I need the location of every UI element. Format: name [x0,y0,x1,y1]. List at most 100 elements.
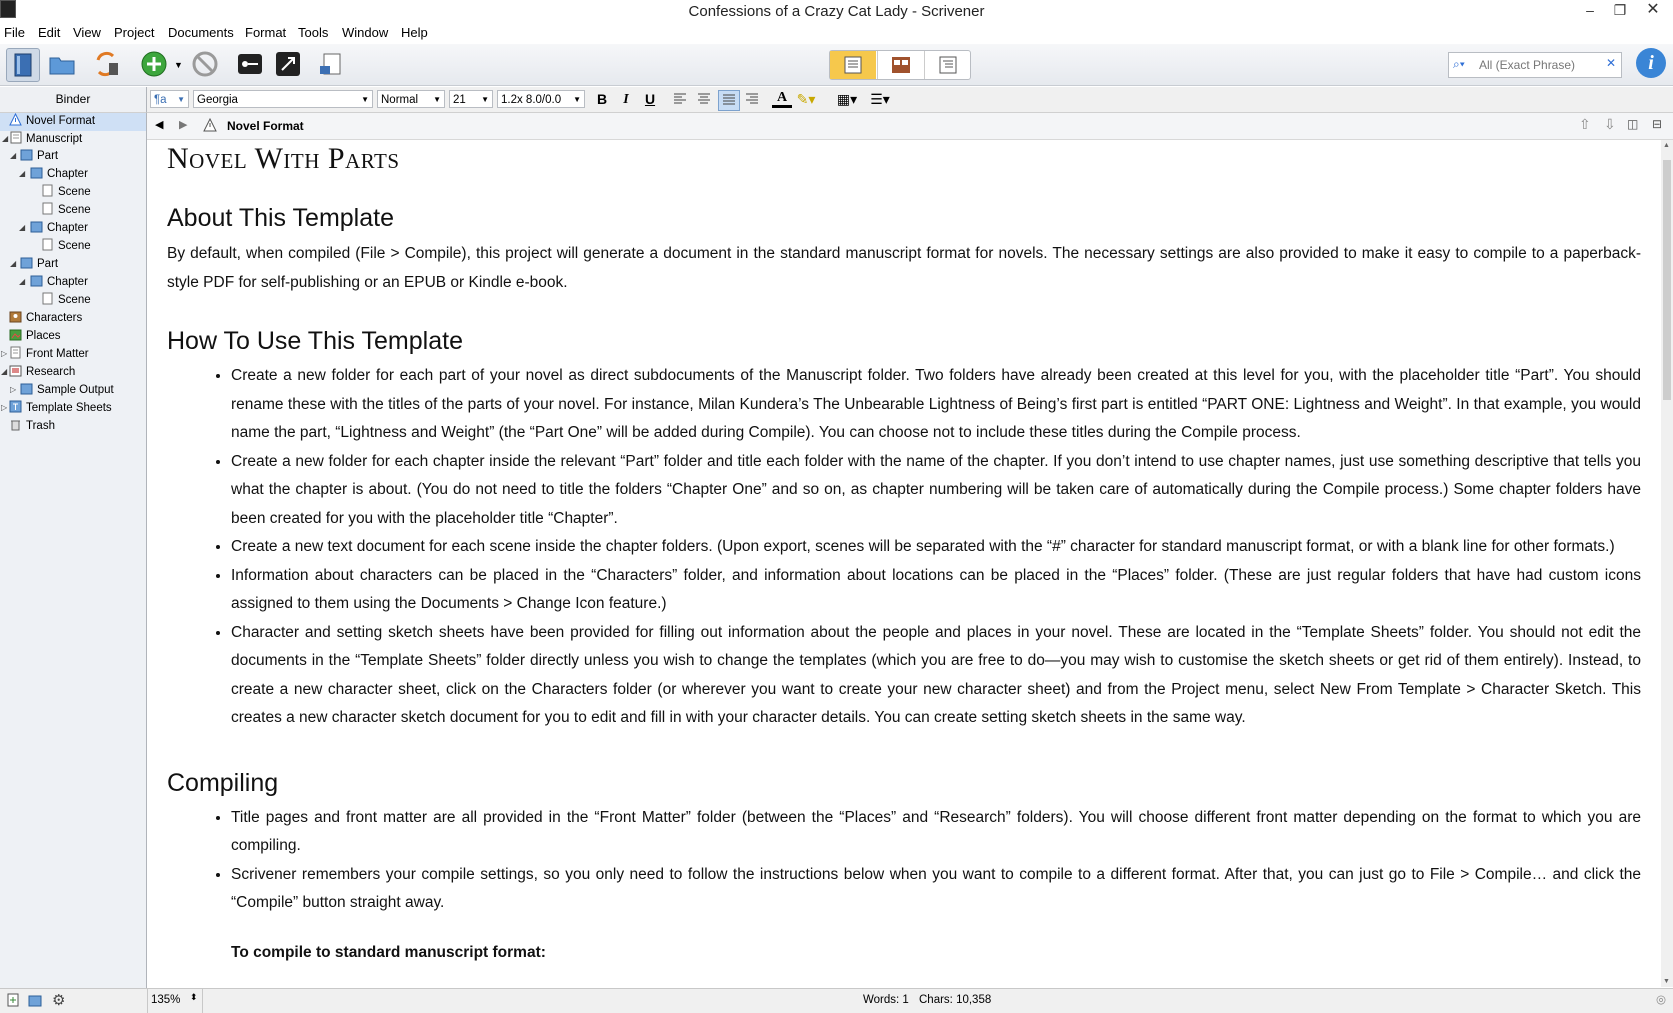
outliner-view-button[interactable] [924,51,971,79]
sync-button[interactable] [90,48,122,80]
collapse-arrow-icon[interactable]: ▷ [10,385,16,394]
menu-file[interactable]: File [4,25,25,40]
binder-item-chapter[interactable]: Chapter [30,274,88,291]
expand-arrow-icon[interactable]: ◢ [10,259,16,268]
menu-format[interactable]: Format [245,25,286,40]
binder-item-part[interactable]: Part [20,148,58,165]
highlighter-icon: ✎▾ [796,91,816,107]
scrivenings-view-button[interactable] [830,51,876,79]
split-vertical-icon[interactable]: ◫ [1627,117,1638,131]
style-selector[interactable]: ¶a ▼ [150,90,189,108]
split-horizontal-icon[interactable]: ⊟ [1652,117,1662,131]
table-button[interactable]: ▦▾ [832,90,862,109]
binder-item-scene[interactable]: Scene [41,202,91,219]
list-item: Character and setting sketch sheets have… [231,619,1641,733]
expand-arrow-icon[interactable]: ◢ [2,134,8,143]
close-button[interactable]: ✕ [1638,0,1668,22]
binder-item-research[interactable]: Research [9,364,75,381]
font-size-selector[interactable]: 21 ▼ [449,90,493,108]
expand-arrow-icon[interactable]: ◢ [19,277,25,286]
outline-icon [939,56,957,74]
inspector-folder-button[interactable] [46,48,78,80]
new-folder-icon[interactable] [28,993,42,1010]
collapse-arrow-icon[interactable]: ▷ [1,349,7,358]
collapse-arrow-icon[interactable]: ▷ [1,403,7,412]
binder-toggle-button[interactable] [6,48,40,82]
typeface-selector[interactable]: Normal ▼ [377,90,445,108]
align-center-button[interactable] [694,90,714,109]
compose-button[interactable] [234,48,266,80]
binder-item-trash[interactable]: Trash [9,418,55,435]
line-spacing-selector[interactable]: 1.2x 8.0/0.0 ▼ [497,90,585,108]
up-arrow-icon[interactable]: ⇧ [1579,116,1591,133]
binder-item-scene[interactable]: Scene [41,184,91,201]
binder-item-manuscript[interactable]: Manuscript [9,131,82,148]
trash-button[interactable] [189,48,221,80]
expand-arrow-icon[interactable]: ◢ [1,367,7,376]
editor-scrollbar[interactable]: ▲ ▼ [1661,140,1673,987]
text-color-button[interactable]: A [772,90,792,108]
down-arrow-icon[interactable]: ⇩ [1604,116,1616,133]
highlight-button[interactable]: ✎▾ [796,90,816,109]
menu-edit[interactable]: Edit [38,25,60,40]
folder-icon [30,220,43,233]
menu-view[interactable]: View [73,25,101,40]
expand-arrow-icon[interactable]: ◢ [19,223,25,232]
binder-item-characters[interactable]: Characters [9,310,82,327]
underline-button[interactable]: U [640,90,660,109]
main-toolbar: ▼ ⌕▾ All (Exact Phrase) ✕ i [0,44,1673,86]
back-arrow-icon[interactable]: ◀ [155,118,163,131]
bold-button[interactable]: B [592,90,612,109]
fullscreen-button[interactable] [272,48,304,80]
menu-documents[interactable]: Documents [168,25,234,40]
add-dropdown-arrow[interactable]: ▼ [174,60,183,70]
zoom-stepper-icon[interactable]: ⬍ [190,992,198,1003]
scroll-down-icon[interactable]: ▼ [1663,978,1670,985]
expand-arrow-icon[interactable]: ◢ [19,169,25,178]
menu-tools[interactable]: Tools [298,25,328,40]
menu-help[interactable]: Help [401,25,428,40]
binder-item-sample-output[interactable]: Sample Output [20,382,114,399]
folder-icon [30,274,43,287]
forward-arrow-icon[interactable]: ▶ [179,118,187,131]
menu-project[interactable]: Project [114,25,154,40]
new-document-icon[interactable] [6,993,20,1010]
search-icon[interactable]: ⌕▾ [1453,57,1465,72]
binder-item-template-sheets[interactable]: Template Sheets [9,400,112,417]
zoom-control[interactable]: 135% ⬍ [147,989,203,1013]
plus-icon [141,51,167,77]
binder-item-chapter[interactable]: Chapter [30,166,88,183]
minimize-button[interactable]: – [1575,0,1605,22]
search-input[interactable]: All (Exact Phrase) [1479,58,1575,72]
list-button[interactable]: ☰▾ [865,90,895,109]
info-icon[interactable]: i [1636,48,1666,78]
editor-pane[interactable]: Novel With Parts About This Template By … [147,140,1661,987]
add-document-button[interactable] [138,48,170,80]
binder-item-places[interactable]: Places [9,328,61,345]
font-selector[interactable]: Georgia ▼ [193,90,373,108]
paragraph-style-icon: ¶a [154,94,167,106]
corkboard-view-button[interactable] [877,51,924,79]
align-left-button[interactable] [670,90,690,109]
binder-item-scene[interactable]: Scene [41,238,91,255]
align-justify-button[interactable] [718,90,740,111]
document-content[interactable]: Novel With Parts About This Template By … [167,140,1641,962]
scroll-up-icon[interactable]: ▲ [1663,142,1670,149]
target-icon[interactable]: ◎ [1656,992,1666,1006]
menu-window[interactable]: Window [342,25,388,40]
search-box[interactable]: ⌕▾ All (Exact Phrase) ✕ [1448,52,1622,78]
italic-button[interactable]: I [616,90,636,109]
binder-item-novel-format[interactable]: Novel Format [9,112,95,130]
compile-button[interactable] [316,48,348,80]
binder-item-chapter[interactable]: Chapter [30,220,88,237]
binder-item-part[interactable]: Part [20,256,58,273]
list-item: Create a new folder for each part of you… [231,362,1641,448]
maximize-button[interactable]: ❐ [1605,0,1635,22]
expand-arrow-icon[interactable]: ◢ [10,151,16,160]
binder-item-front-matter[interactable]: Front Matter [9,346,89,363]
align-right-button[interactable] [742,90,762,109]
gear-icon[interactable]: ⚙ [52,991,65,1009]
scrollbar-thumb[interactable] [1663,160,1671,400]
clear-search-icon[interactable]: ✕ [1606,56,1616,70]
binder-item-scene[interactable]: Scene [41,292,91,309]
